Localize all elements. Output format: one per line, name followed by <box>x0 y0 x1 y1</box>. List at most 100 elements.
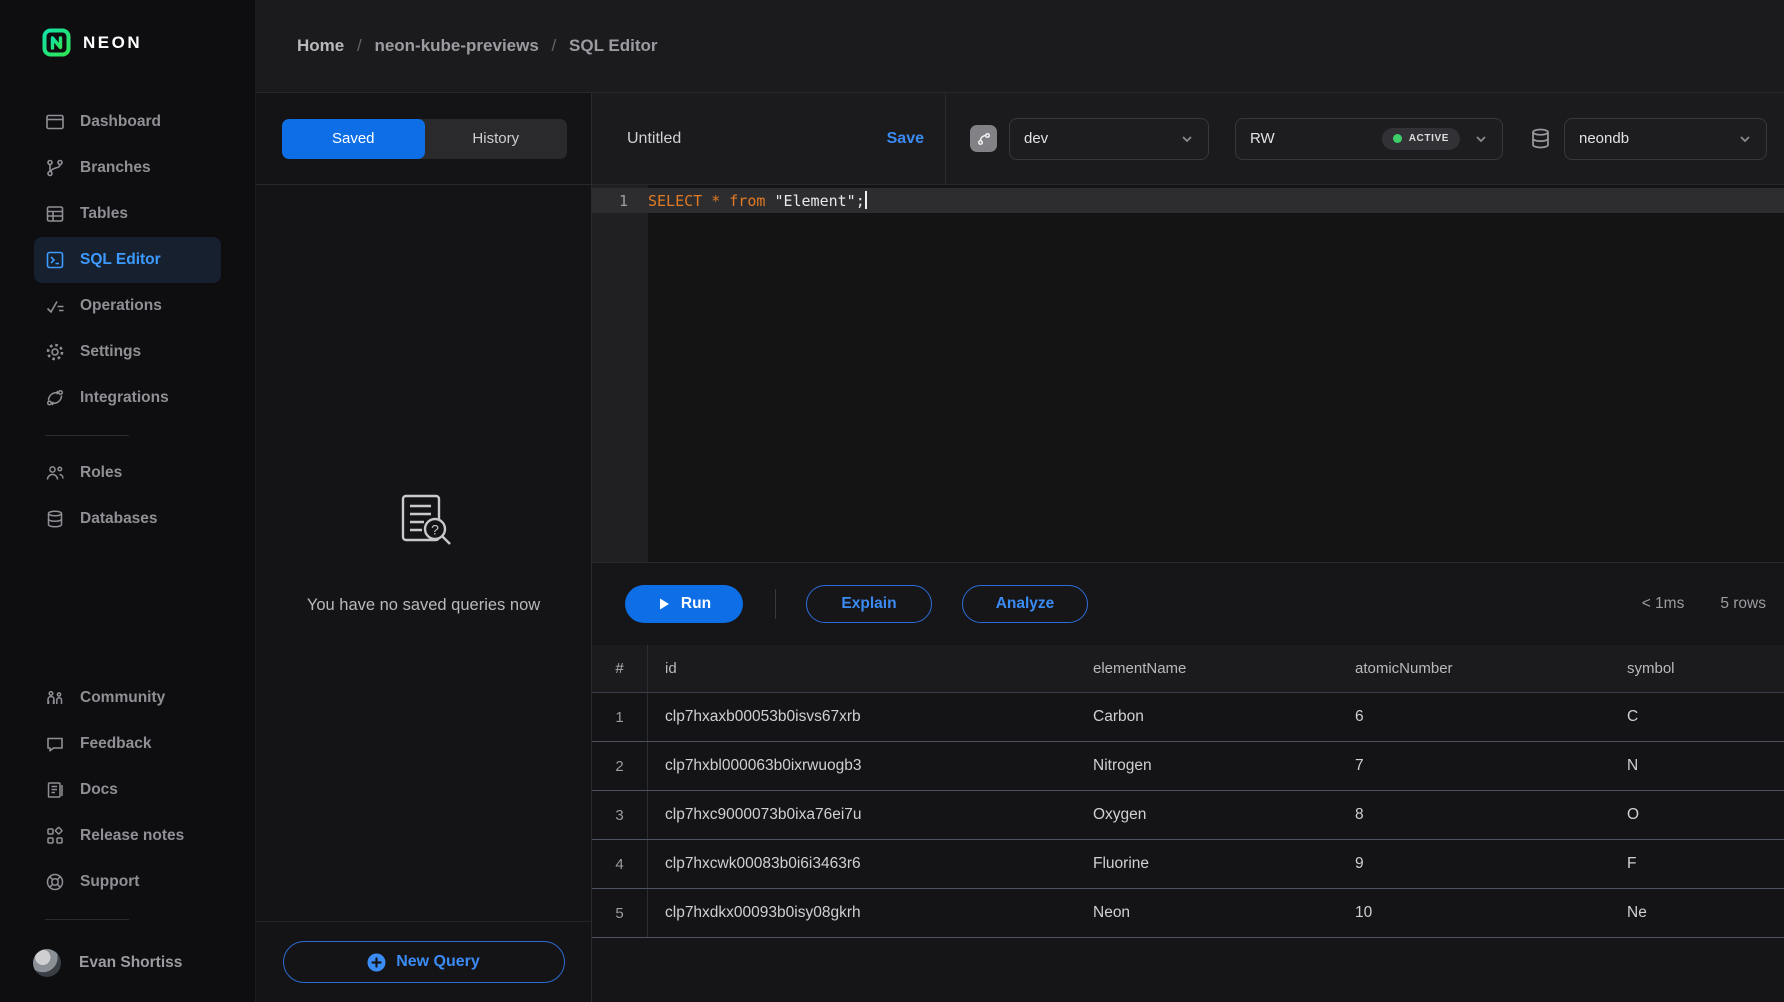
table-row[interactable]: 1 clp7hxaxb00053b0isvs67xrb Carbon 6 C <box>592 693 1784 742</box>
run-label: Run <box>681 595 711 613</box>
sidebar-item-tables[interactable]: Tables <box>34 191 221 237</box>
cell-id: clp7hxbl000063b0ixrwuogb3 <box>648 757 1076 775</box>
sidebar-item-label: Release notes <box>80 827 184 845</box>
cell-symbol: O <box>1610 806 1784 824</box>
saved-queries-panel: Saved History ? You have no <box>256 93 592 1002</box>
sidebar-item-branches[interactable]: Branches <box>34 145 221 191</box>
sidebar-item-release-notes[interactable]: Release notes <box>34 813 221 859</box>
sidebar-item-roles[interactable]: Roles <box>34 450 221 496</box>
sidebar-item-dashboard[interactable]: Dashboard <box>34 99 221 145</box>
tab-saved[interactable]: Saved <box>282 119 425 159</box>
sidebar-item-feedback[interactable]: Feedback <box>34 721 221 767</box>
column-header-id: id <box>648 660 1076 677</box>
sidebar-item-label: SQL Editor <box>80 251 161 269</box>
query-title[interactable]: Untitled <box>627 130 681 148</box>
sidebar-item-databases[interactable]: Databases <box>34 496 221 542</box>
query-row-count: 5 rows <box>1720 595 1766 613</box>
dashboard-icon <box>45 112 65 132</box>
sql-code: SELECT * from "Element"; <box>648 191 867 210</box>
query-duration: < 1ms <box>1642 595 1685 613</box>
sidebar-item-label: Roles <box>80 464 122 482</box>
empty-queries-message: You have no saved queries now <box>307 596 540 615</box>
sidebar-item-label: Support <box>80 873 139 891</box>
table-icon <box>45 204 65 224</box>
sidebar-item-label: Settings <box>80 343 141 361</box>
branch-icon <box>45 158 65 178</box>
editor-column: Untitled Save dev RW <box>592 93 1784 1002</box>
user-menu[interactable]: Evan Shortiss <box>0 934 255 992</box>
tab-history[interactable]: History <box>425 119 568 159</box>
compute-select-value: RW <box>1250 130 1275 147</box>
sql-code-editor[interactable]: 1 SELECT * from "Element"; <box>592 185 1784 563</box>
status-dot <box>1393 134 1402 143</box>
cell-symbol: F <box>1610 855 1784 873</box>
sidebar-footer-nav: Community Feedback Docs Release notes Su… <box>0 675 255 934</box>
sidebar-item-label: Dashboard <box>80 113 161 131</box>
table-row[interactable]: 4 clp7hxcwk00083b0i6i3463r6 Fluorine 9 F <box>592 840 1784 889</box>
sidebar-item-label: Operations <box>80 297 162 315</box>
analyze-button[interactable]: Analyze <box>962 585 1088 623</box>
query-actions-row: Run Explain Analyze < 1ms 5 rows <box>592 563 1784 645</box>
sidebar-item-settings[interactable]: Settings <box>34 329 221 375</box>
sidebar-item-support[interactable]: Support <box>34 859 221 905</box>
cell-symbol: C <box>1610 708 1784 726</box>
cell-atomicNumber: 7 <box>1338 757 1610 775</box>
row-index: 5 <box>592 889 648 937</box>
docs-icon <box>45 780 65 800</box>
breadcrumb-page: SQL Editor <box>569 36 657 55</box>
neon-logo[interactable]: NEON <box>0 28 255 57</box>
sidebar-item-integrations[interactable]: Integrations <box>34 375 221 421</box>
cell-elementName: Oxygen <box>1076 806 1338 824</box>
editor-current-line: 1 SELECT * from "Element"; <box>592 188 1784 213</box>
release-notes-icon <box>45 826 65 846</box>
new-query-button[interactable]: New Query <box>283 941 565 983</box>
cell-elementName: Carbon <box>1076 708 1338 726</box>
database-icon <box>45 509 65 529</box>
save-button[interactable]: Save <box>887 130 924 148</box>
branch-select[interactable]: dev <box>1009 118 1209 160</box>
sql-keyword: SELECT * from <box>648 192 774 210</box>
database-select[interactable]: neondb <box>1564 118 1767 160</box>
table-row[interactable]: 2 clp7hxbl000063b0ixrwuogb3 Nitrogen 7 N <box>592 742 1784 791</box>
brand-name: NEON <box>83 33 142 53</box>
database-icon <box>1529 127 1552 150</box>
user-name: Evan Shortiss <box>79 954 182 972</box>
empty-queries-icon: ? <box>388 492 460 558</box>
cell-id: clp7hxaxb00053b0isvs67xrb <box>648 708 1076 726</box>
sidebar-item-label: Community <box>80 689 165 707</box>
sql-string: "Element"; <box>774 192 864 210</box>
compute-select[interactable]: RW ACTIVE <box>1235 118 1503 160</box>
cell-atomicNumber: 8 <box>1338 806 1610 824</box>
neon-logo-icon <box>42 28 71 57</box>
sidebar-item-sql-editor[interactable]: SQL Editor <box>34 237 221 283</box>
chevron-down-icon <box>1180 132 1194 146</box>
queries-toggle-row: Saved History <box>256 93 591 185</box>
branch-select-value: dev <box>1024 130 1048 147</box>
chevron-down-icon <box>1474 132 1488 146</box>
sidebar-item-operations[interactable]: Operations <box>34 283 221 329</box>
sidebar-item-label: Integrations <box>80 389 169 407</box>
cell-id: clp7hxdkx00093b0isy08gkrh <box>648 904 1076 922</box>
table-row[interactable]: 5 clp7hxdkx00093b0isy08gkrh Neon 10 Ne <box>592 889 1784 938</box>
breadcrumb-project[interactable]: neon-kube-previews <box>374 36 538 55</box>
sidebar-item-docs[interactable]: Docs <box>34 767 221 813</box>
explain-button[interactable]: Explain <box>806 585 932 623</box>
breadcrumb-home[interactable]: Home <box>297 36 344 55</box>
saved-queries-empty-state: ? You have no saved queries now <box>256 185 591 921</box>
cell-atomicNumber: 6 <box>1338 708 1610 726</box>
main-area: Home / neon-kube-previews / SQL Editor S… <box>256 0 1784 1002</box>
support-icon <box>45 872 65 892</box>
branch-chip-icon <box>970 125 997 152</box>
run-button[interactable]: Run <box>625 585 743 623</box>
query-tab: Untitled Save <box>592 93 946 184</box>
cell-elementName: Neon <box>1076 904 1338 922</box>
cell-symbol: N <box>1610 757 1784 775</box>
sidebar-item-community[interactable]: Community <box>34 675 221 721</box>
column-header-index: # <box>592 645 648 692</box>
table-row[interactable]: 3 clp7hxc9000073b0ixa76ei7u Oxygen 8 O <box>592 791 1784 840</box>
sidebar: NEON Dashboard Branches Tables SQL Edito… <box>0 0 256 1002</box>
app-window: NEON Dashboard Branches Tables SQL Edito… <box>0 0 1784 1002</box>
breadcrumb-separator: / <box>357 36 362 55</box>
sidebar-divider <box>45 919 129 920</box>
sidebar-item-label: Databases <box>80 510 158 528</box>
